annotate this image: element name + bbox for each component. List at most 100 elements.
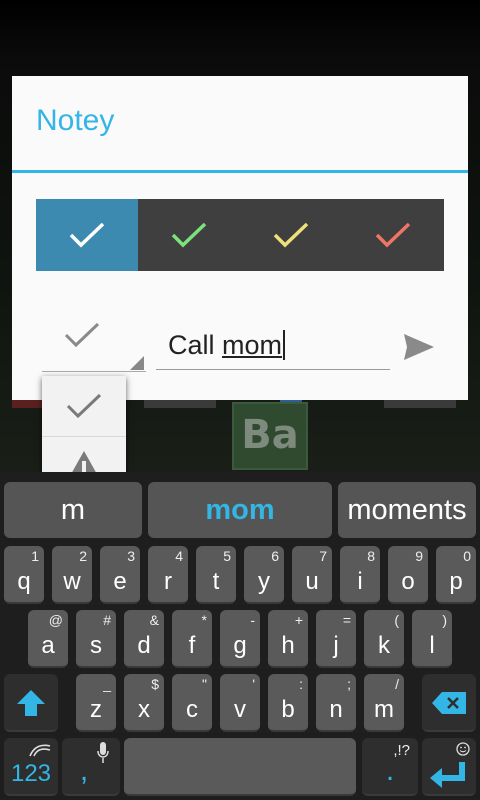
spinner-corner-indicator — [130, 356, 144, 370]
key-label: s — [90, 632, 102, 659]
key-w[interactable]: 2w — [52, 546, 92, 604]
key-i[interactable]: 8i — [340, 546, 380, 604]
key-label: v — [234, 696, 246, 723]
key-alt-label: _ — [103, 676, 111, 692]
check-icon — [375, 222, 411, 248]
key-label: i — [357, 568, 363, 595]
check-icon — [171, 222, 207, 248]
comma-key[interactable]: , — [62, 738, 120, 796]
key-alt-label: - — [250, 612, 255, 628]
color-option-green[interactable] — [138, 199, 240, 271]
color-option-blue[interactable] — [36, 199, 138, 271]
key-n[interactable]: ; n — [316, 674, 356, 732]
note-text-input[interactable]: Call mom — [156, 322, 390, 370]
type-option-check[interactable] — [42, 376, 126, 437]
key-alt-label: 3 — [127, 548, 135, 564]
key-f[interactable]: * f — [172, 610, 212, 668]
key-label: d — [137, 632, 151, 659]
key-alt-label: 7 — [319, 548, 327, 564]
key-label: g — [233, 632, 247, 659]
period-key-label: . — [385, 754, 395, 787]
note-text-prefix: Call — [168, 330, 223, 360]
shift-icon — [17, 690, 45, 716]
key-alt-label: + — [294, 612, 303, 628]
text-cursor — [283, 330, 286, 360]
key-alt-label: 8 — [367, 548, 375, 564]
key-label: p — [449, 568, 463, 595]
key-alt-label: 2 — [79, 548, 87, 564]
suggestion-left[interactable]: m — [4, 482, 142, 538]
send-icon[interactable] — [402, 332, 436, 362]
key-l[interactable]: ) l — [412, 610, 452, 668]
key-label: k — [378, 632, 390, 659]
key-y[interactable]: 6y — [244, 546, 284, 604]
key-h[interactable]: + h — [268, 610, 308, 668]
key-alt-label: * — [201, 612, 207, 628]
key-v[interactable]: ' v — [220, 674, 260, 732]
key-label: l — [429, 632, 435, 659]
key-u[interactable]: 7u — [292, 546, 332, 604]
key-alt-label: ; — [347, 676, 351, 692]
enter-key[interactable] — [422, 738, 476, 796]
key-label: x — [138, 696, 150, 723]
key-r[interactable]: 4r — [148, 546, 188, 604]
color-option-yellow[interactable] — [240, 199, 342, 271]
key-d[interactable]: & d — [124, 610, 164, 668]
backspace-icon — [432, 692, 466, 714]
period-key[interactable]: ,!? . — [362, 738, 418, 796]
key-alt-label: @ — [48, 612, 63, 628]
key-alt-label: 9 — [415, 548, 423, 564]
key-alt-label: ' — [252, 676, 255, 692]
key-e[interactable]: 3e — [100, 546, 140, 604]
dialog-title: Notey — [36, 104, 115, 137]
key-alt-label: & — [149, 612, 159, 628]
key-s[interactable]: # s — [76, 610, 116, 668]
enter-arrow-icon — [430, 762, 465, 788]
check-icon — [273, 222, 309, 248]
note-type-spinner[interactable] — [42, 302, 146, 372]
color-option-red[interactable] — [342, 199, 444, 271]
bg-app-icon: Ba — [232, 402, 308, 470]
key-b[interactable]: :b — [268, 674, 308, 732]
key-alt-label: 4 — [175, 548, 183, 564]
key-alt-label: " — [202, 676, 207, 692]
key-label: b — [281, 696, 295, 723]
key-label: e — [113, 568, 127, 595]
input-underline — [156, 369, 390, 370]
key-label: o — [401, 568, 415, 595]
key-alt-label: 1 — [31, 548, 39, 564]
key-o[interactable]: 9o — [388, 546, 428, 604]
key-alt-label: ( — [394, 612, 399, 628]
key-k[interactable]: (k — [364, 610, 404, 668]
key-alt-label: 5 — [223, 548, 231, 564]
comma-key-label: , — [79, 754, 89, 787]
key-label: t — [212, 568, 220, 595]
key-z[interactable]: _ z — [76, 674, 116, 732]
key-label: r — [164, 568, 172, 595]
key-alt-label: 6 — [271, 548, 279, 564]
backspace-key[interactable] — [422, 674, 476, 732]
key-alt-label: / — [395, 676, 399, 692]
key-label: a — [41, 632, 55, 659]
new-note-dialog: Notey Call mom — [12, 76, 468, 400]
check-icon — [66, 393, 102, 419]
key-a[interactable]: @ a — [28, 610, 68, 668]
key-t[interactable]: 5t — [196, 546, 236, 604]
key-alt-label: ) — [442, 612, 447, 628]
key-c[interactable]: " c — [172, 674, 212, 732]
key-p[interactable]: 0p — [436, 546, 476, 604]
suggestion-right[interactable]: moments — [338, 482, 476, 538]
key-label: w — [63, 568, 81, 595]
key-alt-label: # — [103, 612, 111, 628]
key-g[interactable]: -g — [220, 610, 260, 668]
key-q[interactable]: 1q — [4, 546, 44, 604]
check-icon — [64, 322, 100, 348]
key-label: y — [258, 568, 270, 595]
key-x[interactable]: $ x — [124, 674, 164, 732]
key-label: u — [305, 568, 319, 595]
space-key[interactable] — [124, 738, 356, 796]
shift-key[interactable] — [4, 674, 58, 732]
key-j[interactable]: = j — [316, 610, 356, 668]
key-m[interactable]: / m — [364, 674, 404, 732]
suggestion-middle[interactable]: mom — [148, 482, 332, 538]
